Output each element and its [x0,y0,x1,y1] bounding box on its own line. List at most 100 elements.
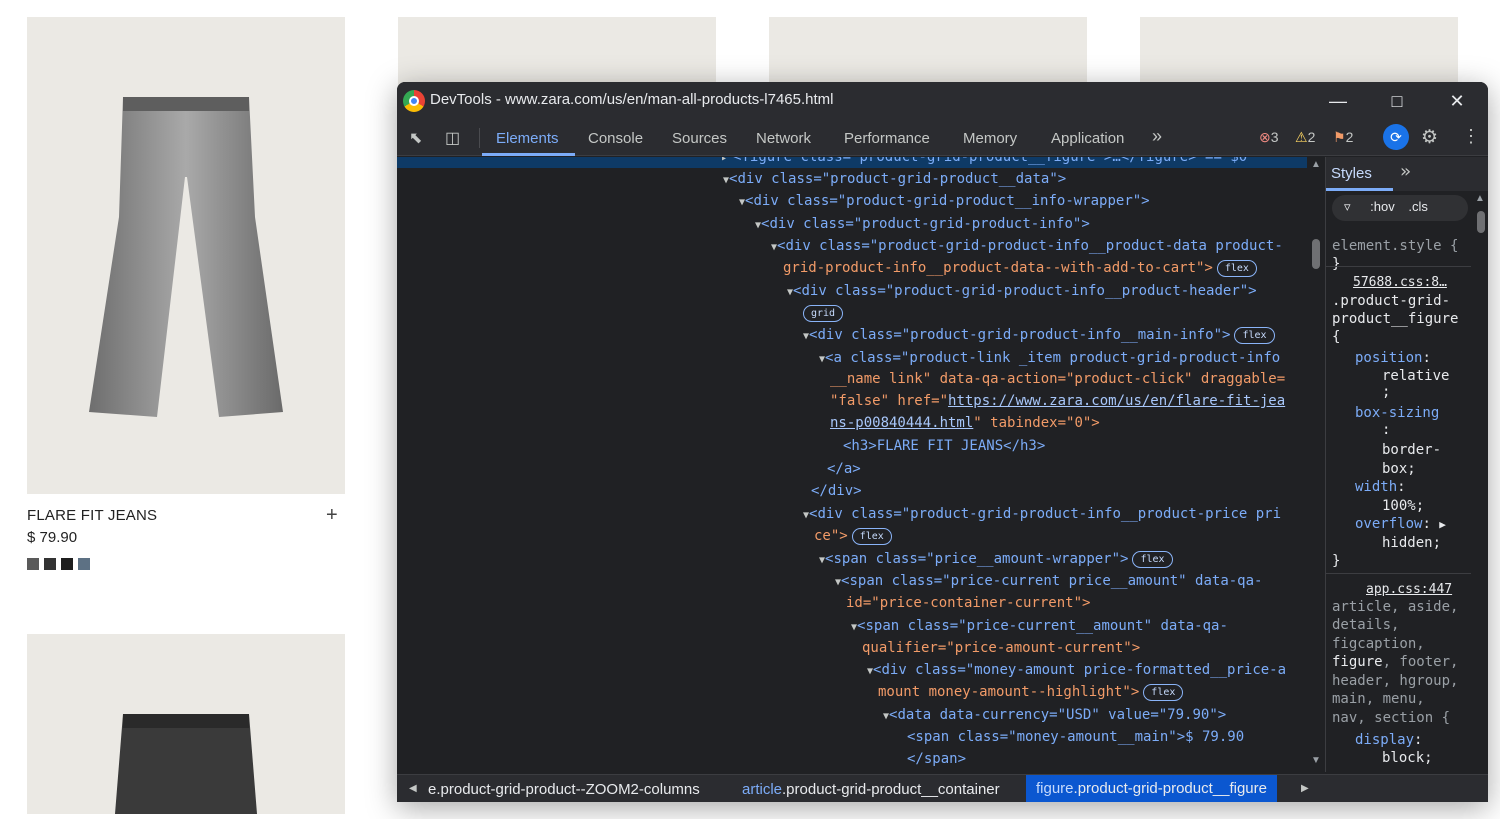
breadcrumb-item-selected[interactable]: figure.product-grid-product__figure [1026,775,1277,802]
color-swatch[interactable] [27,558,39,570]
more-tabs-icon[interactable]: » [1152,126,1162,147]
product-name[interactable]: FLARE FIT JEANS [27,507,157,524]
dom-node[interactable]: </span> [907,748,966,770]
rule-source-link[interactable]: 57688.css:8… [1353,274,1447,293]
warning-count[interactable]: ⚠2 [1295,129,1315,146]
ai-assistance-icon[interactable]: ⟳ [1383,124,1409,150]
color-swatch[interactable] [61,558,73,570]
tab-network[interactable]: Network [756,130,811,147]
plus-icon[interactable]: + [326,505,338,525]
dom-node[interactable]: ▼<div class="product-grid-product__info-… [739,190,1150,212]
dom-node[interactable]: ▼<div class="product-grid-product-info"> [755,213,1090,235]
dom-node-cont[interactable]: grid-product-info__product-data--with-ad… [783,257,1257,279]
maximize-icon[interactable]: □ [1382,87,1412,115]
prop-value[interactable]: box; [1382,460,1416,479]
dom-node[interactable]: ▼<div class="product-grid-product-info__… [771,235,1283,257]
scroll-down-icon[interactable]: ▼ [1311,755,1321,766]
tab-sources[interactable]: Sources [672,130,727,147]
product-image-col3[interactable] [769,17,1087,87]
gear-icon[interactable]: ⚙ [1421,126,1438,149]
prop-overflow[interactable]: overflow: ▶ [1355,515,1446,535]
dom-node-cont[interactable]: "false" href="https://www.zara.com/us/en… [830,390,1285,412]
color-swatch[interactable] [44,558,56,570]
dom-node-cont[interactable]: ce"> flex [814,525,892,547]
breadcrumb-item[interactable]: e.product-grid-product--ZOOM2-columns [428,781,700,798]
prop-width[interactable]: width: [1355,478,1406,497]
minimize-icon[interactable]: — [1323,87,1353,115]
breadcrumb-scroll-left-icon[interactable]: ◀ [409,783,417,794]
tab-elements[interactable]: Elements [496,130,559,147]
dom-node-cont[interactable]: __name link" data-qa-action="product-cli… [830,368,1285,390]
title-bar[interactable]: DevTools - www.zara.com/us/en/man-all-pr… [397,82,1488,120]
dom-node[interactable]: ▼<data data-currency="USD" value="79.90"… [883,704,1226,726]
styles-scrollbar[interactable]: ▲ [1474,193,1488,802]
breadcrumb-scroll-right-icon[interactable]: ▶ [1301,783,1309,794]
inspect-element-icon[interactable]: ⬉ [409,128,422,148]
issue-count[interactable]: ⚑2 [1333,129,1353,146]
dom-node[interactable]: ▼<span class="price-current__amount" dat… [851,615,1228,637]
prop-value[interactable]: block; [1382,749,1433,768]
scrollbar-thumb[interactable] [1477,211,1485,233]
filter-icon[interactable]: ▿ [1344,199,1351,214]
color-swatch[interactable] [78,558,90,570]
error-count[interactable]: ⊗3 [1259,129,1279,146]
dom-node[interactable]: </div> [811,480,862,502]
tab-application[interactable]: Application [1051,130,1124,147]
flex-badge[interactable]: flex [851,527,892,545]
href-link[interactable]: ns-p00840444.html [830,415,973,431]
dom-node-cont[interactable]: id="price-container-current"> [846,592,1090,614]
dom-node[interactable]: ▼<div class="product-grid-product-info__… [787,280,1257,302]
dom-node[interactable]: ▼<div class="product-grid-product-info__… [803,324,1275,346]
grid-badge[interactable]: grid [803,304,844,322]
cls-toggle[interactable]: .cls [1408,199,1428,214]
flex-badge[interactable]: flex [1216,259,1257,277]
dom-node[interactable]: <span class="money-amount__main">$ 79.90 [907,726,1244,748]
tab-styles[interactable]: Styles [1331,165,1372,182]
scroll-up-icon[interactable]: ▲ [1475,193,1485,204]
flex-badge[interactable]: flex [1132,550,1173,568]
dom-node[interactable]: ▼<span class="price-current price__amoun… [835,570,1262,592]
product-image-flare-fit-jeans[interactable] [27,17,345,494]
dom-node-cont[interactable]: ns-p00840444.html" tabindex="0"> [830,412,1100,434]
device-toolbar-icon[interactable]: ◫ [445,128,460,148]
rule-source-link[interactable]: app.css:447 [1366,581,1452,600]
prop-position[interactable]: position: [1355,349,1431,368]
dom-node-selected[interactable]: ▸ <figure class="product-grid-product__f… [397,157,1307,168]
product-image-row2[interactable] [27,634,345,814]
prop-value[interactable]: border- [1382,441,1441,460]
scrollbar-thumb[interactable] [1312,239,1320,269]
prop-value[interactable]: hidden; [1382,534,1441,553]
product-image-col2[interactable] [398,17,716,87]
more-options-icon[interactable]: ⋮ [1462,126,1480,147]
dom-node-cont[interactable]: qualifier="price-amount-current"> [862,637,1140,659]
href-link[interactable]: https://www.zara.com/us/en/flare-fit-jea [948,393,1285,409]
dom-node[interactable]: ▼<span class="price__amount-wrapper"> fle… [819,548,1173,570]
tab-console[interactable]: Console [588,130,643,147]
dom-node[interactable]: ▼<a class="product-link _item product-gr… [819,347,1280,369]
prop-value[interactable]: 100%; [1382,497,1424,516]
expand-arrow-icon[interactable]: ▶ [1439,518,1446,531]
tab-memory[interactable]: Memory [963,130,1017,147]
more-panes-icon[interactable]: » [1400,161,1411,182]
dom-node[interactable]: <h3>FLARE FIT JEANS</h3> [843,435,1045,457]
styles-filter[interactable]: ▿ :hov .cls [1332,195,1468,221]
prop-display[interactable]: display: [1355,731,1422,750]
elements-scrollbar[interactable]: ▲ ▼ [1309,157,1324,772]
dom-node[interactable]: ▼<div class="product-grid-product__data"… [723,168,1066,190]
flex-badge[interactable]: flex [1143,683,1184,701]
prop-box-sizing[interactable]: box-sizing [1355,404,1439,423]
tab-performance[interactable]: Performance [844,130,930,147]
collapse-arrow-icon[interactable]: ▸ [721,157,733,164]
dom-node-cont[interactable]: grid [799,302,844,324]
dom-node[interactable]: ▼<div class="product-grid-product-info__… [803,503,1281,525]
prop-value[interactable]: relative [1382,367,1449,386]
flex-badge[interactable]: flex [1234,326,1275,344]
breadcrumb-item[interactable]: article.product-grid-product__container [742,781,1000,798]
elements-tree[interactable]: ▸ <figure class="product-grid-product__f… [397,157,1307,772]
product-image-col4[interactable] [1140,17,1458,87]
dom-node[interactable]: </a> [827,458,861,480]
scroll-up-icon[interactable]: ▲ [1311,159,1321,170]
dom-node[interactable]: ▼<div class="money-amount price-formatte… [867,659,1286,681]
close-icon[interactable]: ✕ [1442,87,1472,115]
hov-toggle[interactable]: :hov [1370,199,1395,214]
